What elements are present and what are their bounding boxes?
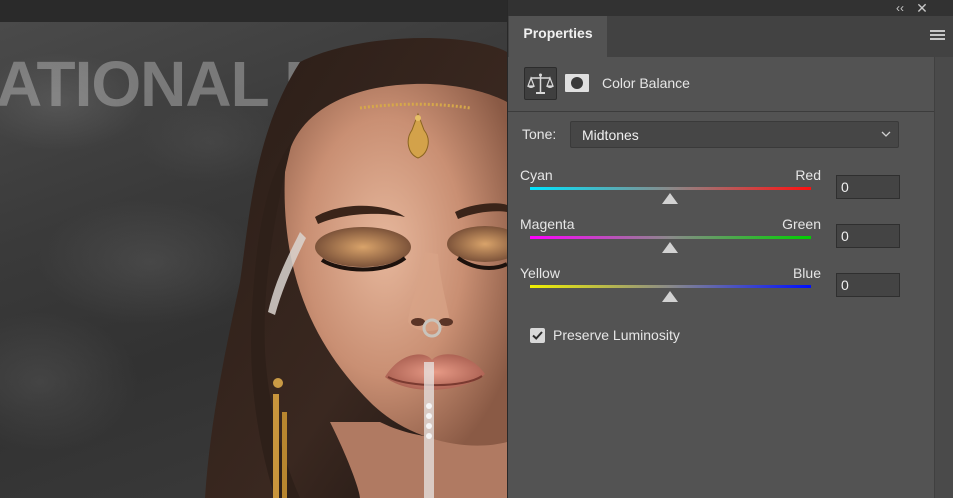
tone-dropdown[interactable]: Midtones	[570, 121, 899, 148]
slider-label-cyan: Cyan	[520, 167, 553, 183]
yellow-blue-value-field[interactable]: 0	[836, 273, 900, 297]
hamburger-menu-icon[interactable]	[930, 30, 945, 41]
panel-scrollbar[interactable]	[934, 57, 953, 498]
yellow-blue-slider: Yellow Blue 0	[508, 265, 934, 317]
cyan-red-slider: Cyan Red 0	[508, 167, 934, 219]
slider-label-blue: Blue	[792, 265, 821, 281]
panel-title-strip: ‹‹ ✕	[508, 0, 953, 16]
preserve-luminosity-checkbox[interactable]	[530, 328, 545, 343]
magenta-green-thumb[interactable]	[662, 242, 678, 253]
checkmark-icon	[532, 331, 543, 340]
slider-label-yellow: Yellow	[520, 265, 560, 281]
close-icon[interactable]: ✕	[914, 0, 930, 16]
yellow-blue-thumb[interactable]	[662, 291, 678, 302]
tone-label: Tone:	[522, 126, 557, 142]
adjustment-title: Color Balance	[602, 75, 690, 91]
cyan-red-thumb[interactable]	[662, 193, 678, 204]
magenta-green-track[interactable]	[530, 236, 811, 239]
cyan-red-track[interactable]	[530, 187, 811, 190]
cyan-red-value-field[interactable]: 0	[836, 175, 900, 199]
balance-scale-icon[interactable]	[524, 67, 557, 100]
layer-mask-icon[interactable]	[564, 73, 590, 93]
tab-properties[interactable]: Properties	[509, 16, 607, 57]
portrait-image	[205, 38, 507, 498]
slider-label-magenta: Magenta	[520, 216, 575, 232]
document-canvas[interactable]: ATIONAL PURPO	[0, 0, 507, 498]
double-chevron-left-icon[interactable]: ‹‹	[892, 1, 908, 15]
adjustment-header: Color Balance	[508, 57, 934, 112]
properties-panel: ‹‹ ✕ Properties Color Balance Tone: Midt…	[507, 0, 953, 498]
chevron-down-icon	[881, 131, 891, 137]
tone-dropdown-value: Midtones	[582, 127, 639, 143]
canvas-top-bar	[0, 0, 507, 23]
slider-label-green: Green	[782, 216, 821, 232]
yellow-blue-track[interactable]	[530, 285, 811, 288]
slider-label-red: Red	[795, 167, 821, 183]
magenta-green-slider: Magenta Green 0	[508, 216, 934, 268]
panel-tab-bar: Properties	[508, 16, 953, 57]
preserve-luminosity-label: Preserve Luminosity	[553, 327, 680, 343]
magenta-green-value-field[interactable]: 0	[836, 224, 900, 248]
photo-layer[interactable]: ATIONAL PURPO	[0, 22, 507, 498]
